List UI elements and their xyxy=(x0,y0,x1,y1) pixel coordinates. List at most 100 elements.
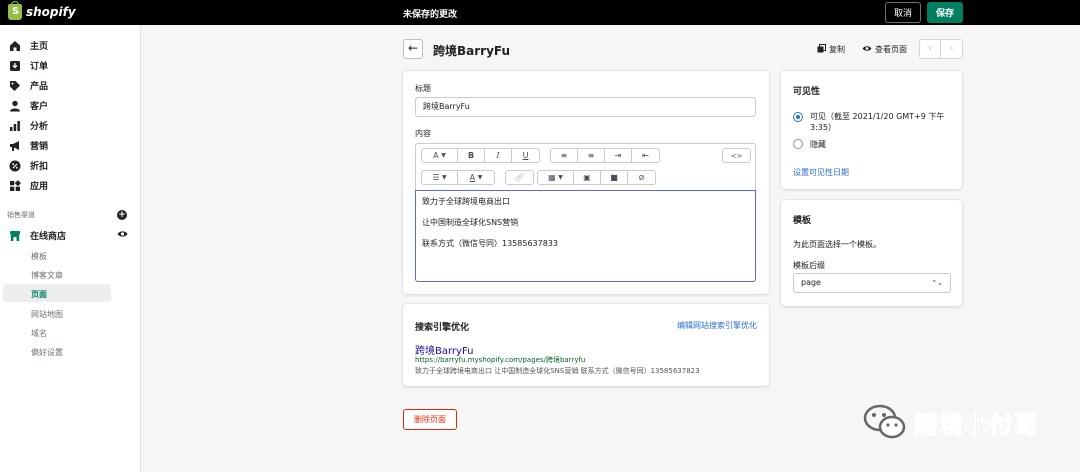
link-icon[interactable]: 🔗︎ xyxy=(506,171,533,184)
active-sub-item-highlight xyxy=(3,284,111,302)
sidebar-subitem-preferences[interactable]: 偏好设置 xyxy=(31,347,63,358)
megaphone-icon xyxy=(9,140,21,152)
tag-icon xyxy=(9,80,21,92)
sidebar-item-label: 主页 xyxy=(30,42,49,52)
sidebar-item-online-store[interactable]: 在线商店 xyxy=(9,229,66,242)
sidebar: 主页 订单 产品 客户 分析 营销 折扣 应用 销售渠道 + 在线商店 模板 博… xyxy=(0,25,141,472)
set-visibility-date-link[interactable]: 设置可见性日期 xyxy=(793,167,849,178)
save-button[interactable]: 保存 xyxy=(927,2,963,23)
sidebar-item-orders[interactable]: 订单 xyxy=(9,59,48,72)
cancel-button[interactable]: 取消 xyxy=(885,2,921,23)
orders-icon xyxy=(9,60,21,72)
sidebar-subitem-navigation[interactable]: 网站地图 xyxy=(31,309,63,320)
edit-seo-link[interactable]: 编辑网站搜索引擎优化 xyxy=(677,320,757,331)
logo-text: shopify xyxy=(26,5,76,19)
visible-radio[interactable] xyxy=(793,112,803,122)
content-card: 标题 跨境BarryFu 内容 A ▼ B I U ≡ ≡ ⇥ ⇤ <> ☰ ▼… xyxy=(403,71,769,294)
indent-button[interactable]: ⇥ xyxy=(605,149,632,162)
watermark-text: 跨境小付哥 xyxy=(914,410,1039,439)
sidebar-item-label: 折扣 xyxy=(30,162,49,172)
seo-heading: 搜索引擎优化 xyxy=(415,323,470,333)
sidebar-item-marketing[interactable]: 营销 xyxy=(9,139,48,152)
toolbar-group-source: <> xyxy=(722,148,751,163)
toolbar-group-insert: 🔗︎ xyxy=(505,170,534,185)
editor-line: 让中国制造全球化SNS营销 xyxy=(422,218,519,227)
content-editor[interactable]: 致力于全球跨境电商出口 让中国制造全球化SNS营销 联系方式（微信号同）1358… xyxy=(415,190,756,282)
shopping-bag-icon: S xyxy=(8,1,22,20)
add-sales-channel-icon[interactable]: + xyxy=(117,210,127,220)
text-color-icon: A xyxy=(469,173,476,182)
sidebar-item-label: 产品 xyxy=(30,82,49,92)
eye-icon[interactable] xyxy=(117,230,128,241)
duplicate-button[interactable]: 复制 xyxy=(817,44,845,55)
sidebar-subitem-themes[interactable]: 模板 xyxy=(31,251,47,262)
hidden-option-label: 隐藏 xyxy=(810,140,826,149)
select-arrows-icon: ⌃⌄ xyxy=(931,279,943,287)
eye-icon xyxy=(862,45,872,54)
bold-button[interactable]: B xyxy=(458,149,485,162)
discount-icon xyxy=(9,160,21,172)
shopify-logo[interactable]: S shopify xyxy=(8,1,76,20)
visibility-heading: 可见性 xyxy=(793,87,821,97)
insert-video-icon[interactable]: ■ xyxy=(601,171,628,184)
table-icon: ▦ xyxy=(548,173,556,182)
hidden-radio[interactable] xyxy=(793,139,803,149)
toolbar-group-lists: ≡ ≡ ⇥ ⇤ xyxy=(550,148,660,163)
insert-image-icon[interactable]: ▣ xyxy=(574,171,601,184)
sidebar-item-home[interactable]: 主页 xyxy=(9,39,48,52)
underline-button[interactable]: U xyxy=(512,149,539,162)
view-page-button[interactable]: 查看页面 xyxy=(862,44,907,55)
clear-formatting-icon[interactable]: ⊘ xyxy=(628,171,655,184)
template-suffix-select[interactable]: page ⌃⌄ xyxy=(793,273,951,293)
duplicate-label: 复制 xyxy=(829,45,845,54)
sidebar-subitem-domains[interactable]: 域名 xyxy=(31,328,47,339)
delete-page-button[interactable]: 删除页面 xyxy=(403,409,457,430)
previous-page-button[interactable]: ‹ xyxy=(919,39,941,59)
title-input[interactable]: 跨境BarryFu xyxy=(415,97,756,117)
sidebar-subitem-blog-posts[interactable]: 博客文章 xyxy=(31,270,63,281)
apps-icon xyxy=(9,179,21,192)
sidebar-item-apps[interactable]: 应用 xyxy=(9,179,48,192)
seo-preview-description: 致力于全球跨境电商出口 让中国制造全球化SNS营销 联系方式（微信号同）1358… xyxy=(415,367,700,375)
view-page-label: 查看页面 xyxy=(875,45,907,54)
sales-channels-heading: 销售渠道 xyxy=(7,211,35,219)
sidebar-item-label: 应用 xyxy=(30,182,49,192)
text-color-dropdown[interactable]: A ▼ xyxy=(458,171,494,184)
outdent-button[interactable]: ⇤ xyxy=(632,149,659,162)
sidebar-item-label: 营销 xyxy=(30,142,49,152)
visible-option-label: 可见（截至 2021/1/20 GMT+9 下午 3:35） xyxy=(810,112,945,132)
page-title: 跨境BarryFu xyxy=(433,44,511,58)
bar-chart-icon xyxy=(9,120,21,132)
sidebar-item-discounts[interactable]: 折扣 xyxy=(9,159,48,172)
pagination: ‹ › xyxy=(919,39,963,59)
toolbar-group-format: A ▼ B I U xyxy=(421,148,540,163)
numbered-list-button[interactable]: ≡ xyxy=(578,149,605,162)
back-button[interactable]: ← xyxy=(403,39,423,59)
editor-line: 联系方式（微信号同）13585637833 xyxy=(422,239,558,248)
home-icon xyxy=(9,40,21,52)
store-icon xyxy=(9,230,21,242)
template-suffix-value: page xyxy=(801,278,821,287)
next-page-button[interactable]: › xyxy=(941,39,963,59)
toolbar-group-media: ▦ ▼ ▣ ■ ⊘ xyxy=(537,170,656,185)
sidebar-item-products[interactable]: 产品 xyxy=(9,79,48,92)
seo-preview-url: https://barryfu.myshopify.com/pages/跨境ba… xyxy=(415,356,586,364)
sidebar-item-customers[interactable]: 客户 xyxy=(9,99,48,112)
watermark: 跨境小付哥 xyxy=(862,402,1039,442)
top-bar: S shopify 未保存的更改 取消 保存 xyxy=(0,0,1080,25)
show-html-button[interactable]: <> xyxy=(723,149,750,162)
sidebar-subitem-pages[interactable]: 页面 xyxy=(31,289,47,300)
sidebar-item-analytics[interactable]: 分析 xyxy=(9,119,48,132)
template-suffix-label: 模板后缀 xyxy=(793,261,825,270)
template-card: 模板 为此页面选择一个模板。 模板后缀 page ⌃⌄ xyxy=(781,200,962,306)
person-icon xyxy=(9,100,21,112)
bulleted-list-button[interactable]: ≡ xyxy=(551,149,578,162)
visibility-card: 可见性 可见（截至 2021/1/20 GMT+9 下午 3:35） 隐藏 设置… xyxy=(781,71,962,189)
table-dropdown[interactable]: ▦ ▼ xyxy=(538,171,574,184)
sidebar-item-label: 在线商店 xyxy=(30,232,67,242)
align-dropdown[interactable]: ☰ ▼ xyxy=(422,171,458,184)
italic-button[interactable]: I xyxy=(485,149,512,162)
font-style-dropdown[interactable]: A ▼ xyxy=(422,149,458,162)
unsaved-changes-text: 未保存的更改 xyxy=(403,10,458,20)
align-left-icon: ☰ xyxy=(432,173,440,182)
